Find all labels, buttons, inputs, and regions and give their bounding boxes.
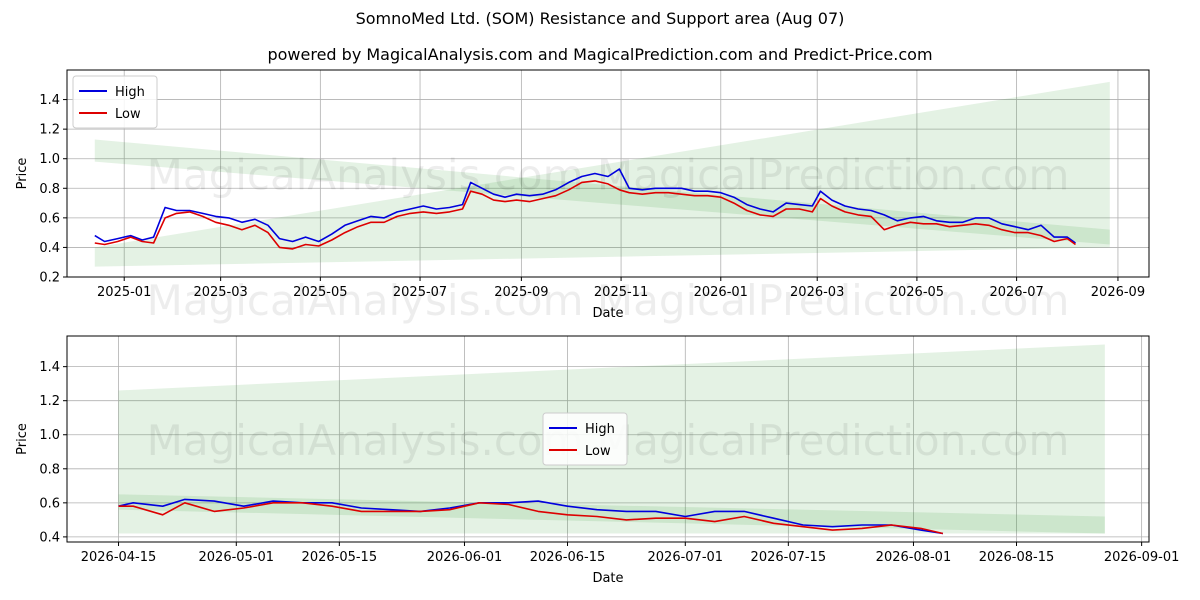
y-tick-label: 1.0	[39, 152, 60, 167]
x-tick-label: 2026-07	[989, 285, 1043, 300]
x-tick-label: 2025-01	[97, 285, 151, 300]
x-tick-label: 2025-11	[594, 285, 648, 300]
x-tick-label: 2026-09-01	[1104, 550, 1180, 565]
watermark: MagicalAnalysis.com MagicalPrediction.co…	[147, 151, 1070, 200]
x-tick-label: 2025-07	[393, 285, 447, 300]
y-tick-label: 0.2	[39, 271, 60, 286]
y-tick-label: 1.2	[39, 123, 60, 138]
x-tick-label: 2026-01	[694, 285, 748, 300]
y-tick-label: 0.6	[39, 211, 60, 226]
chart-panel-2: MagicalAnalysis.com MagicalPrediction.co…	[15, 335, 1180, 586]
x-tick-label: 2026-07-01	[648, 550, 724, 565]
chart-canvas: MagicalAnalysis.com MagicalPrediction.co…	[15, 69, 1180, 586]
legend-label-high: High	[585, 422, 615, 437]
y-tick-label: 0.8	[39, 182, 60, 197]
y-tick-label: 1.0	[39, 428, 60, 443]
chart-panel-1: MagicalAnalysis.com MagicalPrediction.co…	[15, 69, 1150, 325]
y-tick-label: 1.4	[39, 360, 60, 375]
x-tick-label: 2025-03	[193, 285, 247, 300]
y-axis-label: Price	[15, 423, 30, 455]
legend: High Low	[72, 75, 158, 129]
x-tick-label: 2026-08-15	[979, 550, 1055, 565]
y-axis-label: Price	[15, 158, 30, 190]
legend: High Low	[542, 412, 628, 466]
y-tick-label: 0.6	[39, 496, 60, 511]
y-tick-label: 0.8	[39, 462, 60, 477]
x-axis-label: Date	[592, 571, 623, 586]
y-tick-label: 0.4	[39, 530, 60, 545]
x-tick-label: 2026-07-15	[751, 550, 827, 565]
legend-label-low: Low	[115, 107, 141, 122]
x-axis-label: Date	[592, 306, 623, 321]
y-tick-label: 1.2	[39, 394, 60, 409]
x-tick-label: 2026-05	[890, 285, 944, 300]
x-tick-label: 2026-06-01	[427, 550, 503, 565]
x-tick-label: 2026-05-15	[302, 550, 378, 565]
x-tick-label: 2026-04-15	[81, 550, 157, 565]
x-tick-label: 2026-09	[1091, 285, 1145, 300]
x-tick-label: 2025-05	[293, 285, 347, 300]
x-tick-label: 2025-09	[494, 285, 548, 300]
x-tick-label: 2026-08-01	[876, 550, 952, 565]
legend-label-high: High	[115, 85, 145, 100]
x-tick-label: 2026-06-15	[530, 550, 606, 565]
chart-figure: SomnoMed Ltd. (SOM) Resistance and Suppo…	[0, 0, 1200, 600]
y-tick-label: 1.4	[39, 93, 60, 108]
x-tick-label: 2026-05-01	[199, 550, 275, 565]
x-tick-label: 2026-03	[790, 285, 844, 300]
y-tick-label: 0.4	[39, 241, 60, 256]
legend-label-low: Low	[585, 444, 611, 459]
